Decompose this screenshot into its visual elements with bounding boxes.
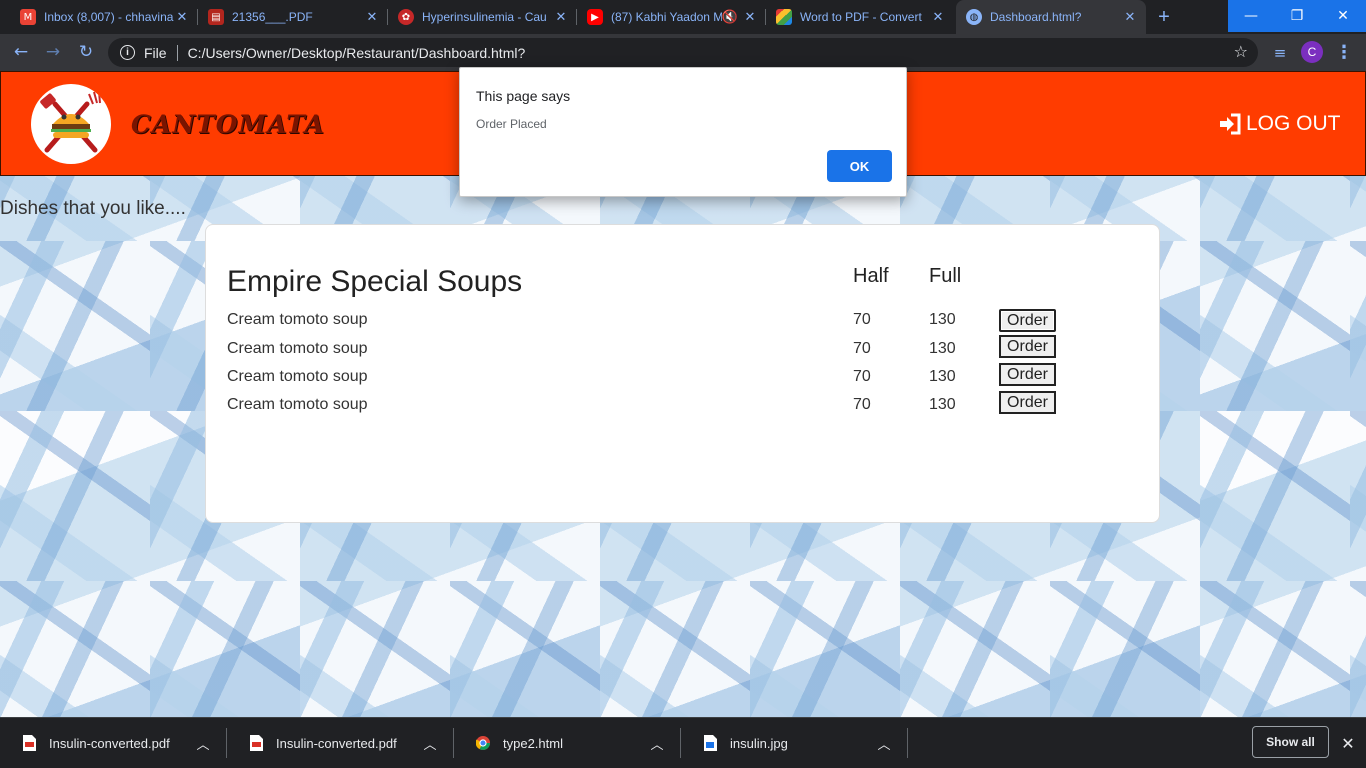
full-price: 130 (929, 311, 956, 328)
pdf-file-icon (22, 735, 36, 752)
dish-name: Cream tomoto soup (227, 340, 368, 357)
url-scheme: File (144, 44, 167, 61)
tab-youtube[interactable]: ▶ (87) Kabhi Yaadon M 🔇 ✕ (577, 0, 766, 34)
order-button[interactable]: Order (999, 335, 1056, 358)
info-icon[interactable]: i (120, 45, 135, 60)
youtube-icon: ▶ (587, 9, 603, 25)
back-icon[interactable]: ← (8, 39, 34, 65)
mute-tab-icon[interactable]: 🔇 (722, 9, 738, 25)
bookmark-star-icon[interactable]: ☆ (1234, 42, 1248, 61)
ok-button[interactable]: OK (827, 150, 892, 182)
brand-name: CANTOMATA (131, 110, 325, 139)
menu-row: Cream tomoto soup 70 130 Order (206, 391, 1161, 415)
download-filename: Insulin-converted.pdf (49, 735, 170, 751)
tab-title: (87) Kabhi Yaadon M (611, 10, 722, 24)
logo (31, 84, 111, 164)
menu-card: Empire Special Soups Half Full Cream tom… (205, 224, 1160, 523)
close-tab-icon[interactable]: ✕ (174, 9, 190, 25)
gmail-icon: M (20, 9, 36, 25)
half-column-header: Half (853, 265, 889, 287)
close-tab-icon[interactable]: ✕ (742, 9, 758, 25)
download-item[interactable]: Insulin-converted.pdf ︿ (227, 718, 454, 768)
tab-title: 21356___.PDF (232, 10, 313, 24)
chrome-icon (476, 735, 490, 752)
tab-hyperinsulinemia[interactable]: ✿ Hyperinsulinemia - Cau ✕ (388, 0, 577, 34)
tab-title: Word to PDF - Convert (800, 10, 922, 24)
tab-gmail[interactable]: M Inbox (8,007) - chhavina ✕ (10, 0, 198, 34)
dish-name: Cream tomoto soup (227, 311, 368, 328)
tab-strip: M Inbox (8,007) - chhavina ✕ ▤ 21356___.… (0, 0, 1366, 34)
url-text[interactable]: C:/Users/Owner/Desktop/Restaurant/Dashbo… (188, 45, 526, 61)
new-tab-icon[interactable]: + (1152, 5, 1176, 29)
show-all-button[interactable]: Show all (1252, 726, 1329, 758)
chevron-up-icon[interactable]: ︿ (874, 734, 894, 753)
download-item[interactable]: insulin.jpg ︿ (681, 718, 908, 768)
pdf-icon: ▤ (208, 9, 224, 25)
alert-dialog: This page says Order Placed OK (459, 67, 907, 197)
logout-label: LOG OUT (1246, 112, 1341, 135)
tab-word-to-pdf[interactable]: Word to PDF - Convert ✕ (766, 0, 954, 34)
close-tab-icon[interactable]: ✕ (1122, 9, 1138, 25)
globe-icon: ◍ (966, 9, 982, 25)
chevron-up-icon[interactable]: ︿ (193, 734, 213, 753)
download-filename: insulin.jpg (730, 735, 788, 751)
full-price: 130 (929, 396, 956, 413)
pdf-file-icon (249, 735, 263, 752)
sign-in-icon (1219, 113, 1243, 135)
half-price: 70 (853, 396, 871, 413)
full-column-header: Full (929, 265, 962, 287)
restore-icon[interactable]: ❐ (1274, 0, 1320, 32)
dialog-title: This page says (476, 88, 571, 104)
chevron-up-icon[interactable]: ︿ (420, 734, 440, 753)
media-control-icon[interactable]: ≡ (1268, 41, 1292, 65)
close-shelf-icon[interactable]: ✕ (1338, 733, 1358, 753)
download-item[interactable]: Insulin-converted.pdf ︿ (0, 718, 227, 768)
chevron-up-icon[interactable]: ︿ (647, 734, 667, 753)
converter-icon (776, 9, 792, 25)
dish-name: Cream tomoto soup (227, 396, 368, 413)
logout-link[interactable]: LOG OUT (1219, 112, 1341, 136)
minimize-icon[interactable]: — (1228, 0, 1274, 32)
browser-toolbar: ← → ↻ i File C:/Users/Owner/Desktop/Rest… (0, 34, 1366, 71)
reload-icon[interactable]: ↻ (73, 39, 99, 65)
tab-title: Hyperinsulinemia - Cau (422, 10, 547, 24)
download-item[interactable]: type2.html ︿ (454, 718, 681, 768)
site-icon: ✿ (398, 9, 414, 25)
half-price: 70 (853, 311, 871, 328)
address-bar[interactable]: i File C:/Users/Owner/Desktop/Restaurant… (108, 38, 1258, 67)
forward-icon[interactable]: → (40, 39, 66, 65)
window-close-icon[interactable]: ✕ (1320, 0, 1366, 32)
page-subtitle: Dishes that you like.... (0, 198, 186, 219)
full-price: 130 (929, 368, 956, 385)
dish-name: Cream tomoto soup (227, 368, 368, 385)
tab-pdf[interactable]: ▤ 21356___.PDF ✕ (198, 0, 388, 34)
download-filename: Insulin-converted.pdf (276, 735, 397, 751)
chrome-menu-icon[interactable]: ⋮ (1334, 40, 1354, 64)
order-button[interactable]: Order (999, 391, 1056, 414)
dialog-message: Order Placed (476, 117, 547, 131)
order-button[interactable]: Order (999, 363, 1056, 386)
tab-title: Inbox (8,007) - chhavina (44, 10, 174, 24)
full-price: 130 (929, 340, 956, 357)
download-filename: type2.html (503, 735, 563, 751)
close-tab-icon[interactable]: ✕ (553, 9, 569, 25)
menu-row: Cream tomoto soup 70 130 Order (206, 309, 1161, 333)
section-title: Empire Special Soups (227, 265, 523, 298)
download-shelf: Insulin-converted.pdf ︿ Insulin-converte… (0, 717, 1366, 768)
image-file-icon (703, 735, 717, 752)
menu-row: Cream tomoto soup 70 130 Order (206, 363, 1161, 387)
order-button[interactable]: Order (999, 309, 1056, 332)
tab-dashboard[interactable]: ◍ Dashboard.html? ✕ (956, 0, 1146, 34)
close-tab-icon[interactable]: ✕ (930, 9, 946, 25)
half-price: 70 (853, 368, 871, 385)
avatar[interactable]: C (1301, 41, 1323, 63)
menu-row: Cream tomoto soup 70 130 Order (206, 335, 1161, 359)
close-tab-icon[interactable]: ✕ (364, 9, 380, 25)
half-price: 70 (853, 340, 871, 357)
tab-title: Dashboard.html? (990, 10, 1082, 24)
